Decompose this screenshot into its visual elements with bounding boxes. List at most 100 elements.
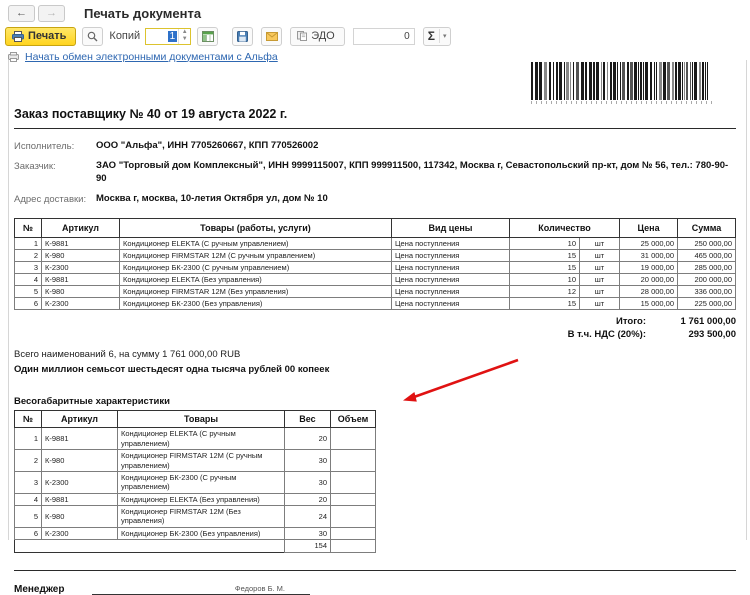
table-row: 1 К-9881 Кондиционер ELEKTA (С ручным упра… [14, 237, 736, 251]
counter-field[interactable] [352, 27, 415, 45]
stepper-down-icon[interactable]: ▼ [179, 36, 190, 44]
barcode-subtext [531, 101, 712, 104]
table-cell: 2 [14, 249, 42, 263]
table-cell: Кондиционер FIRMSTAR 12М (Без управления… [117, 505, 285, 528]
table-cell [330, 470, 376, 494]
table-row: 4 К-9881 Кондиционер ELEKTA (Без управлени… [14, 273, 736, 287]
table-row: 5 К-980 Кондиционер FIRMSTAR 12М (Без упра… [14, 505, 376, 528]
table-cell: 1 [14, 427, 42, 451]
table-cell: К-980 [41, 449, 118, 472]
col-weight: Вес [284, 410, 331, 429]
table-cell: 10 [509, 273, 580, 287]
field-value: Москва г, москва, 10-летия Октября ул, д… [96, 193, 328, 205]
edo-button[interactable]: ЭДО [290, 26, 345, 46]
field-label: Заказчик: [14, 161, 56, 173]
col-number: № [14, 410, 42, 429]
goods-table-header: № Артикул Товары (работы, услуги) Вид це… [14, 218, 736, 239]
save-button[interactable] [232, 26, 254, 46]
table-cell: шт [578, 261, 621, 275]
volume-total-value [330, 539, 376, 553]
table-cell [330, 492, 376, 507]
print-button[interactable]: Печать [5, 26, 77, 46]
preview-button[interactable] [82, 26, 104, 46]
manager-label: Менеджер [14, 583, 65, 595]
table-cell: Цена поступления [391, 273, 510, 287]
document-fields: Исполнитель: ООО "Альфа", ИНН 7705260667… [14, 140, 736, 205]
table-cell: 4 [14, 273, 42, 287]
table-cell: 20 [284, 427, 331, 451]
table-cell: шт [578, 249, 621, 263]
col-price-type: Вид цены [391, 218, 510, 239]
table-cell: Кондиционер БК-2300 (Без управления) [119, 297, 392, 311]
stepper-up-icon[interactable]: ▲ [179, 29, 190, 37]
table-cell: К-2300 [41, 297, 120, 311]
forward-button[interactable]: → [38, 4, 65, 22]
back-button[interactable]: ← [8, 4, 35, 22]
edo-button-label: ЭДО [311, 30, 335, 42]
col-price: Цена [619, 218, 679, 239]
table-cell: 20 000,00 [619, 273, 679, 287]
table-cell: 25 000,00 [619, 237, 679, 251]
copies-label: Копий [109, 30, 141, 42]
table-row: 5 К-980 Кондиционер FIRMSTAR 12М (Без упра… [14, 285, 736, 299]
table-row: 1 К-9881 Кондиционер ELEKTA (С ручным упра… [14, 427, 376, 451]
field-label: Адрес доставки: [14, 194, 87, 206]
table-cell: Цена поступления [391, 261, 510, 275]
table-cell: 6 [14, 526, 42, 541]
table-cell: К-9881 [41, 273, 120, 287]
col-goods: Товары (работы, услуги) [119, 218, 392, 239]
total-row: Итого: 1 761 000,00 [14, 316, 736, 327]
copies-input[interactable]: 1 ▲ ▼ [145, 27, 192, 45]
manager-row: Менеджер Федоров Б. М. [14, 584, 736, 595]
table-row: 2 К-980 Кондиционер FIRMSTAR 12М (С ручным… [14, 249, 736, 263]
table-cell: К-980 [41, 285, 120, 299]
document-title: Заказ поставщику № 40 от 19 августа 2022… [14, 107, 288, 121]
barcode [531, 62, 712, 100]
table-cell: Цена поступления [391, 249, 510, 263]
table-row: 6 К-2300 Кондиционер БК-2300 (Без управлен… [14, 297, 736, 311]
sum-button[interactable]: Σ ▾ [422, 26, 452, 46]
sigma-icon: Σ [428, 29, 440, 43]
table-cell: 15 [509, 249, 580, 263]
save-icon [237, 30, 249, 42]
table-cell: шт [578, 237, 621, 251]
table-cell: Кондиционер ELEKTA (Без управления) [117, 492, 285, 507]
field-delivery-address: Адрес доставки: Москва г, москва, 10-лет… [14, 193, 736, 205]
vat-value: 293 500,00 [688, 329, 736, 341]
table-cell: Кондиционер FIRMSTAR 12М (Без управления… [119, 285, 392, 299]
print-button-label: Печать [28, 30, 67, 42]
email-button[interactable] [261, 26, 283, 46]
table-cell: 250 000,00 [677, 237, 736, 251]
table-cell: 30 [284, 449, 331, 472]
table-cell: 15 000,00 [619, 297, 679, 311]
col-goods: Товары [117, 410, 285, 429]
toolbar: Печать Копий 1 ▲ ▼ ЭДО 0 Σ ▾ [0, 25, 750, 47]
col-number: № [14, 218, 42, 239]
footer-divider [14, 569, 736, 571]
weight-total-value: 154 [284, 539, 331, 553]
table-cell: 200 000,00 [677, 273, 736, 287]
col-article: Артикул [41, 218, 120, 239]
page-title: Печать документа [84, 5, 202, 21]
col-article: Артикул [41, 410, 118, 429]
vat-row: В т.ч. НДС (20%): 293 500,00 [14, 329, 736, 340]
table-cell: 3 [14, 261, 42, 275]
copies-stepper[interactable]: ▲ ▼ [178, 28, 190, 44]
edo-exchange-icon [297, 31, 308, 41]
table-cell: 10 [509, 237, 580, 251]
total-value: 1 761 000,00 [680, 316, 736, 328]
weight-table-header: № Артикул Товары Вес Объем [14, 410, 376, 429]
table-cell [330, 449, 376, 472]
envelope-icon [265, 31, 278, 41]
col-volume: Объем [330, 410, 376, 429]
table-cell: Кондиционер FIRMSTAR 12М (С ручным управ… [119, 249, 392, 263]
printer-icon [12, 30, 24, 42]
weight-section-title: Весогабаритные характеристики [14, 396, 170, 408]
table-cell: К-2300 [41, 261, 120, 275]
table-cell: К-2300 [41, 526, 118, 541]
chevron-down-icon: ▾ [442, 33, 447, 40]
print-settings-button[interactable] [197, 26, 219, 46]
signature-line: Федоров Б. М. [92, 584, 310, 595]
table-cell: 31 000,00 [619, 249, 679, 263]
table-cell [330, 505, 376, 528]
